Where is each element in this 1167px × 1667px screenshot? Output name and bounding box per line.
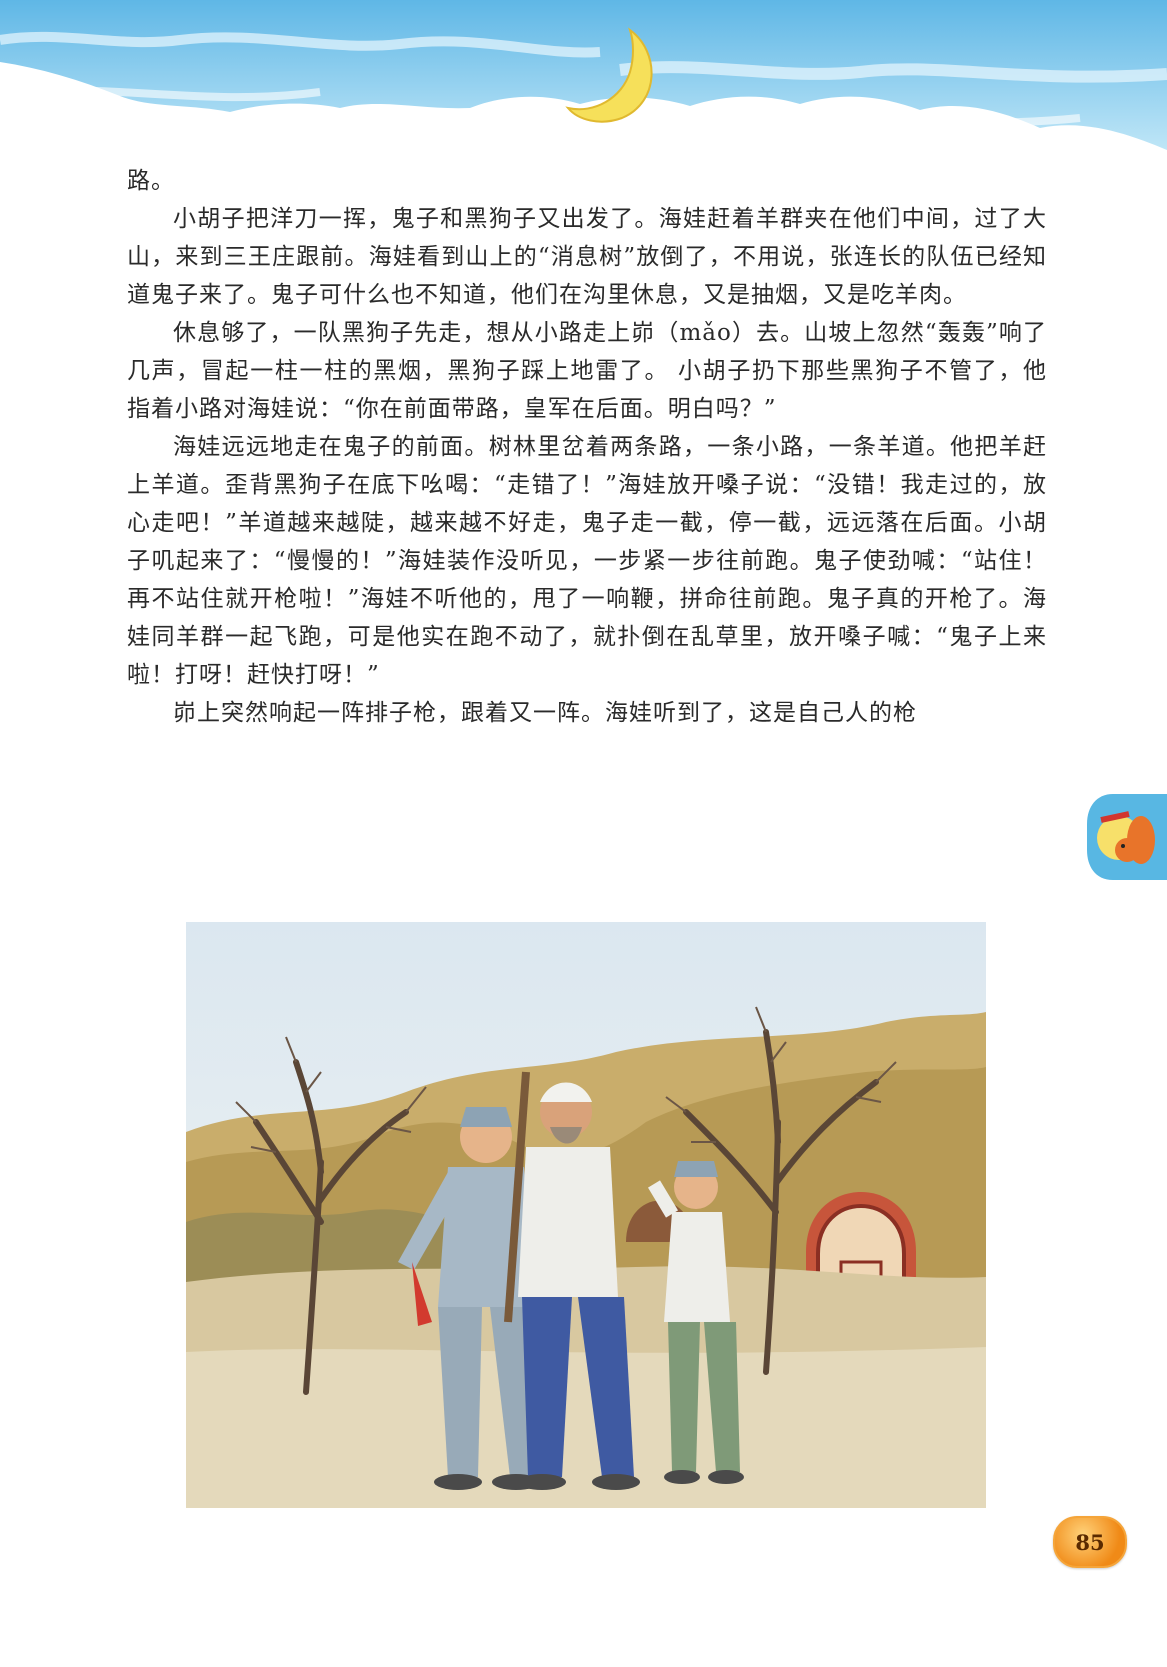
paragraph-4: 海娃远远地走在鬼子的前面。树林里岔着两条路，一条小路，一条羊道。他把羊赶上羊道。…	[127, 434, 1047, 688]
village-scene-image	[186, 922, 986, 1508]
story-illustration	[186, 922, 986, 1508]
crescent-moon-icon	[565, 27, 653, 123]
page-number: 85	[1075, 1529, 1105, 1555]
side-tab-squirrel-icon	[1087, 794, 1167, 880]
story-text: 路。 小胡子把洋刀一挥，鬼子和黑狗子又出发了。海娃赶着羊群夹在他们中间，过了大山…	[127, 162, 1047, 732]
paragraph-5: 峁上突然响起一阵排子枪，跟着又一阵。海娃听到了，这是自己人的枪	[173, 700, 917, 726]
paragraph-3: 休息够了，一队黑狗子先走，想从小路走上峁（mǎo）去。山坡上忽然“轰轰”响了几声…	[127, 320, 1047, 422]
paragraph-1: 路。	[127, 168, 175, 194]
page-number-badge: 85	[1053, 1516, 1127, 1568]
paragraph-2: 小胡子把洋刀一挥，鬼子和黑狗子又出发了。海娃赶着羊群夹在他们中间，过了大山，来到…	[127, 206, 1047, 308]
